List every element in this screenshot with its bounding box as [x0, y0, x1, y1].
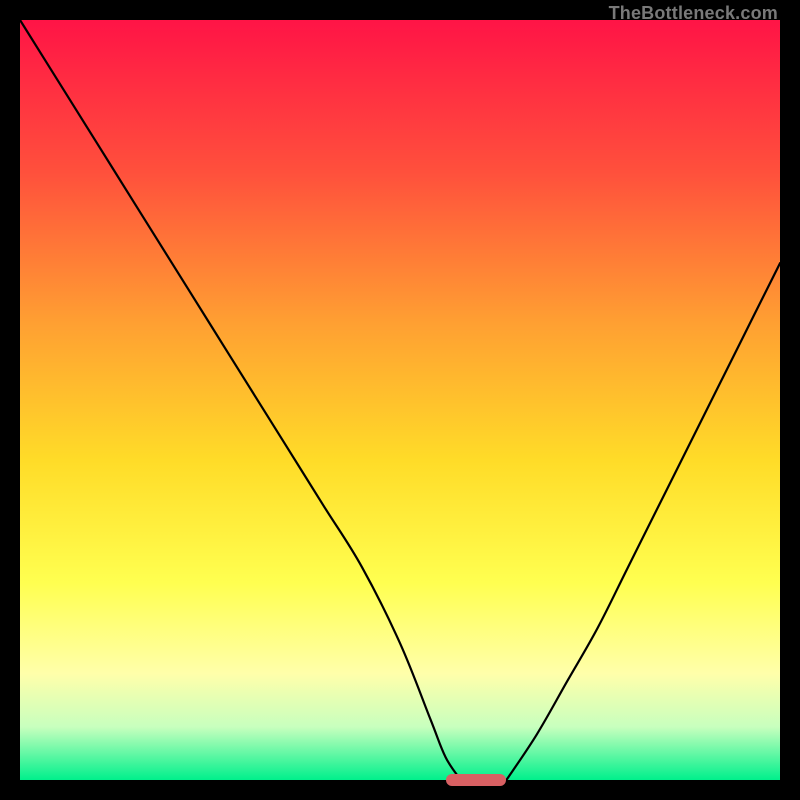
- stage: TheBottleneck.com: [0, 0, 800, 800]
- plot-area: [20, 20, 780, 780]
- bottleneck-marker: [446, 774, 507, 786]
- curve-right: [506, 263, 780, 780]
- branding-text: TheBottleneck.com: [609, 3, 778, 24]
- curve-left: [20, 20, 461, 780]
- curve-layer: [20, 20, 780, 780]
